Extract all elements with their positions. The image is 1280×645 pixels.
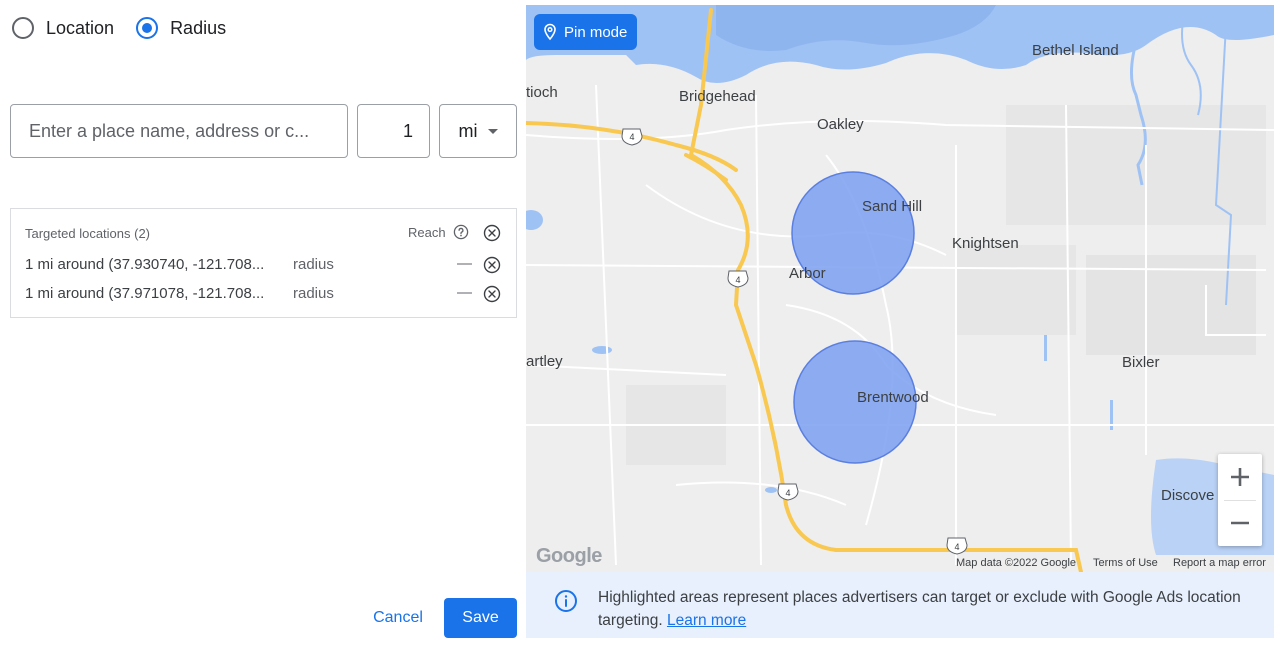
remove-location-icon[interactable]	[483, 285, 501, 303]
map-label-brentwood: Brentwood	[857, 389, 929, 406]
info-text: Highlighted areas represent places adver…	[598, 586, 1248, 632]
remove-location-icon[interactable]	[483, 256, 501, 274]
highway-shield: 4	[621, 128, 643, 146]
unit-select-value: mi	[458, 120, 478, 141]
pin-mode-button[interactable]: Pin mode	[534, 14, 638, 50]
map-label-bixler: Bixler	[1122, 354, 1160, 371]
map-label-oakley: Oakley	[817, 116, 864, 133]
targeted-location-reach: —	[457, 284, 472, 301]
targeted-locations-header: Targeted locations (2)	[25, 226, 151, 241]
targeted-locations-panel: Targeted locations (2) Reach 1 mi around…	[10, 208, 517, 318]
map-label-bridgehead: Bridgehead	[679, 88, 756, 105]
highway-shield-label: 4	[954, 542, 959, 552]
learn-more-link[interactable]: Learn more	[667, 612, 746, 629]
zoom-controls	[1218, 454, 1262, 546]
location-radio[interactable]: Location	[12, 17, 114, 39]
radius-radio-circle[interactable]	[136, 17, 159, 39]
minus-icon	[1231, 521, 1249, 525]
map-label-artley: artley	[526, 353, 563, 370]
targeted-location-text: 1 mi around (37.930740, -121.708...	[25, 256, 265, 273]
place-search-input[interactable]	[10, 104, 348, 158]
map-label-discovery: Discove	[1161, 487, 1215, 504]
highway-shield: 4	[946, 537, 968, 555]
chevron-down-icon	[487, 128, 498, 134]
remove-all-icon[interactable]	[483, 224, 501, 242]
plus-icon	[1231, 468, 1249, 486]
map-label-arbor: Arbor	[789, 265, 826, 282]
reach-column-label: Reach	[408, 225, 446, 240]
radius-value-input[interactable]	[357, 104, 430, 158]
highway-shield: 4	[777, 483, 799, 501]
unit-select[interactable]: mi	[439, 104, 517, 158]
map-view[interactable]: 4 4 4 4 tioch Bridgehead Oakley Bethel I…	[526, 5, 1274, 572]
targeted-location-reach: —	[457, 255, 472, 272]
targeting-mode-group: Location Radius	[12, 14, 248, 42]
help-icon[interactable]	[453, 224, 469, 240]
location-radio-label[interactable]: Location	[46, 18, 114, 39]
map-data-attribution: Map data ©2022 Google	[956, 557, 1077, 569]
location-pin-icon	[544, 23, 556, 41]
radius-radio[interactable]: Radius	[136, 17, 226, 39]
map-label-knightsen: Knightsen	[952, 235, 1019, 252]
info-banner: Highlighted areas represent places adver…	[526, 572, 1274, 638]
google-logo: Google	[536, 545, 602, 567]
highway-shield-label: 4	[735, 275, 740, 285]
zoom-out-button[interactable]	[1218, 500, 1262, 546]
pin-mode-label: Pin mode	[564, 23, 628, 41]
map-label-bethel-island: Bethel Island	[1032, 42, 1119, 59]
highway-shield: 4	[727, 270, 749, 288]
highway-shield-label: 4	[629, 132, 634, 142]
report-map-error-link[interactable]: Report a map error	[1173, 557, 1266, 569]
location-radio-circle[interactable]	[12, 17, 34, 39]
terms-of-use-link[interactable]: Terms of Use	[1093, 557, 1158, 569]
targeted-location-type: radius	[293, 256, 334, 273]
zoom-in-button[interactable]	[1218, 454, 1262, 500]
save-button[interactable]: Save	[444, 598, 517, 638]
highway-shield-label: 4	[785, 488, 790, 498]
targeted-location-type: radius	[293, 285, 334, 302]
map-label-tioch: tioch	[526, 84, 558, 101]
cancel-button[interactable]: Cancel	[360, 598, 436, 638]
targeted-location-text: 1 mi around (37.971078, -121.708...	[25, 285, 265, 302]
radius-radio-label[interactable]: Radius	[170, 18, 226, 39]
info-icon	[555, 590, 577, 612]
map-label-sand-hill: Sand Hill	[862, 198, 923, 215]
